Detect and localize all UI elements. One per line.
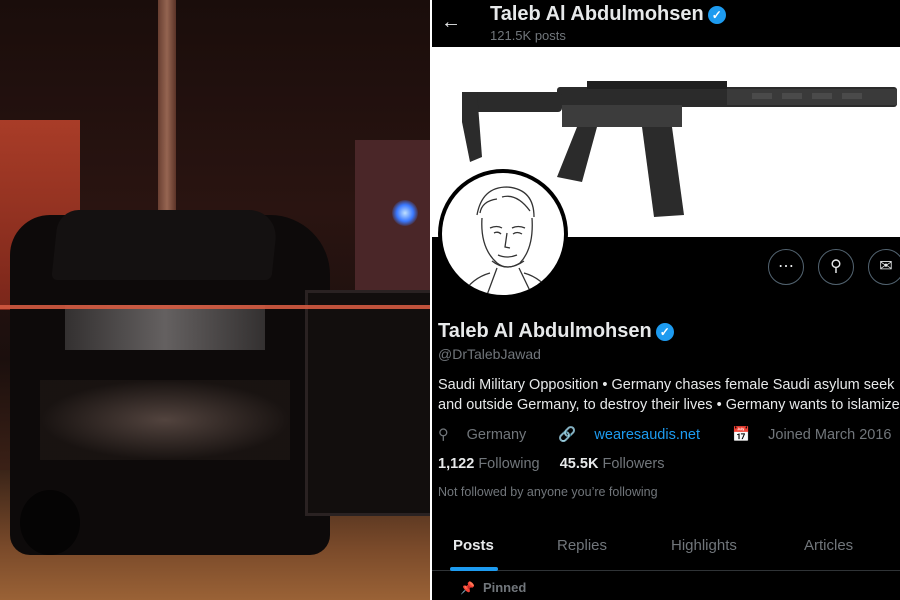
display-name-text: Taleb Al Abdulmohsen (438, 320, 652, 342)
car-front-debris (40, 380, 290, 460)
profile-meta: ⚲ Germany 🔗 wearesaudis.net 📅 Joined Mar… (438, 426, 900, 443)
location-item: ⚲ Germany (438, 427, 540, 443)
bio-line-1: Saudi Military Opposition • Germany chas… (438, 377, 895, 393)
joined-item: 📅 Joined March 2016 (732, 427, 900, 443)
profile-tabs: Posts Replies Highlights Articles (432, 526, 900, 571)
car-hood (51, 210, 279, 280)
followers-label: Followers (602, 456, 665, 472)
avatar-face-drawing (461, 186, 553, 295)
car-windshield (65, 305, 265, 350)
top-bar-name-text: Taleb Al Abdulmohsen (490, 3, 704, 25)
top-bar-display-name: Taleb Al Abdulmohsen ✓ (490, 3, 726, 26)
background-vehicle (355, 140, 430, 310)
back-arrow-icon[interactable]: ← (436, 8, 466, 38)
tab-replies[interactable]: Replies (557, 537, 607, 554)
following-stat[interactable]: 1,122 Following (438, 456, 540, 472)
more-icon[interactable]: ⋯ (768, 249, 804, 285)
car-wheel (20, 490, 80, 555)
followers-stat[interactable]: 45.5K Followers (560, 456, 665, 472)
post-count: 121.5K posts (490, 28, 566, 43)
location-text: Germany (466, 427, 527, 443)
bio-line-2: and outside Germany, to destroy their li… (438, 397, 900, 413)
mail-icon[interactable]: ✉ (868, 249, 900, 285)
not-followed-notice: Not followed by anyone you’re following (438, 485, 658, 499)
car-open-door (305, 290, 430, 516)
tab-highlights[interactable]: Highlights (671, 537, 737, 554)
tab-articles[interactable]: Articles (804, 537, 853, 554)
verified-badge-icon[interactable]: ✓ (655, 322, 674, 341)
news-photo-crashed-car (0, 0, 430, 600)
profile-handle: @DrTalebJawad (438, 346, 541, 362)
profile-display-name: Taleb Al Abdulmohsen ✓ (438, 320, 674, 343)
website-link[interactable]: wearesaudis.net (594, 427, 700, 443)
pinned-label: Pinned (482, 580, 527, 595)
following-count: 1,122 (438, 456, 475, 472)
profile-avatar[interactable] (438, 169, 568, 299)
profile-page: ← Taleb Al Abdulmohsen ✓ 121.5K posts ⋯ … (432, 0, 900, 600)
blue-emergency-light (392, 200, 418, 226)
pin-icon: 📌 (460, 581, 475, 595)
website-item[interactable]: 🔗 wearesaudis.net (558, 427, 714, 443)
following-label: Following (478, 456, 540, 472)
active-tab-indicator (450, 567, 498, 571)
tab-posts[interactable]: Posts (453, 537, 494, 554)
profile-top-bar: ← Taleb Al Abdulmohsen ✓ 121.5K posts (432, 0, 900, 46)
police-tape (0, 305, 430, 309)
link-icon: 🔗 (558, 427, 577, 443)
verified-badge-icon: ✓ (707, 5, 726, 24)
followers-count: 45.5K (559, 456, 599, 472)
pinned-post-header: 📌 Pinned (460, 580, 526, 595)
search-icon[interactable]: ⚲ (818, 249, 854, 285)
avatar-sketch (442, 173, 564, 295)
joined-text: Joined March 2016 (768, 427, 892, 443)
location-icon: ⚲ (438, 427, 449, 443)
calendar-icon: 📅 (732, 427, 751, 443)
profile-bio: Saudi Military Opposition • Germany chas… (438, 375, 900, 415)
follow-stats: 1,122 Following 45.5K Followers (438, 456, 665, 472)
